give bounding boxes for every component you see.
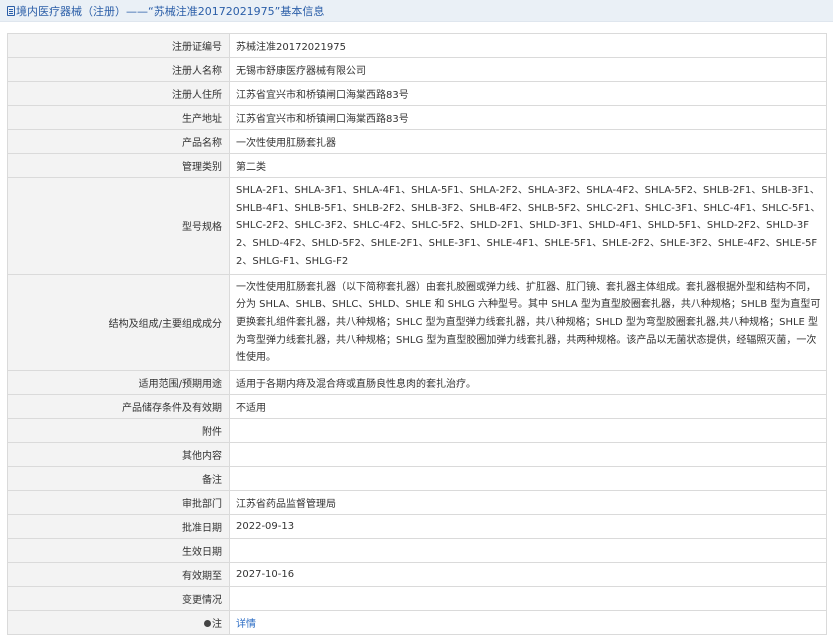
value-other-content — [229, 442, 827, 468]
table-row: 备注 — [7, 466, 827, 492]
value-registrant-name: 无锡市舒康医疗器械有限公司 — [229, 57, 827, 82]
label-approval-date: 批准日期 — [7, 514, 230, 540]
value-storage-validity: 不适用 — [229, 394, 827, 420]
label-registration-number: 注册证编号 — [7, 33, 230, 58]
label-remarks: 备注 — [7, 466, 230, 492]
table-row: 变更情况 — [7, 586, 827, 612]
table-row: 批准日期 2022-09-13 — [7, 514, 827, 540]
value-attachments — [229, 418, 827, 444]
value-remarks — [229, 466, 827, 492]
label-intended-use: 适用范围/预期用途 — [7, 370, 230, 396]
label-product-name: 产品名称 — [7, 129, 230, 154]
value-change-status — [229, 586, 827, 612]
table-row: 附件 — [7, 418, 827, 444]
table-row: 产品名称 一次性使用肛肠套扎器 — [7, 129, 827, 154]
label-storage-validity: 产品储存条件及有效期 — [7, 394, 230, 420]
value-management-category: 第二类 — [229, 153, 827, 178]
table-row: 产品储存条件及有效期 不适用 — [7, 394, 827, 420]
table-row: 管理类别 第二类 — [7, 153, 827, 178]
value-approval-date: 2022-09-13 — [229, 514, 827, 540]
table-row: 型号规格 SHLA-2F1、SHLA-3F1、SHLA-4F1、SHLA-5F1… — [7, 177, 827, 275]
label-effective-date: 生效日期 — [7, 538, 230, 564]
note-label-text: 注 — [212, 619, 222, 631]
page-title: 境内医疗器械（注册）——“苏械注准20172021975”基本信息 — [16, 4, 325, 18]
value-intended-use: 适用于各期内痔及混合痔或直肠良性息肉的套扎治疗。 — [229, 370, 827, 396]
table-row: 其他内容 — [7, 442, 827, 468]
table-row: 结构及组成/主要组成成分 一次性使用肛肠套扎器（以下简称套扎器）由套扎胶圈或弹力… — [7, 273, 827, 372]
value-approval-department: 江苏省药品监督管理局 — [229, 490, 827, 516]
table-row: 注册人住所 江苏省宜兴市和桥镇闸口海棠西路83号 — [7, 81, 827, 106]
label-registrant-address: 注册人住所 — [7, 81, 230, 106]
info-table: 注册证编号 苏械注准20172021975 注册人名称 无锡市舒康医疗器械有限公… — [7, 33, 827, 635]
table-row: 审批部门 江苏省药品监督管理局 — [7, 490, 827, 516]
table-row: 生效日期 — [7, 538, 827, 564]
value-production-address: 江苏省宜兴市和桥镇闸口海棠西路83号 — [229, 105, 827, 130]
label-approval-department: 审批部门 — [7, 490, 230, 516]
table-row: 生产地址 江苏省宜兴市和桥镇闸口海棠西路83号 — [7, 105, 827, 130]
document-icon — [7, 5, 15, 16]
label-change-status: 变更情况 — [7, 586, 230, 612]
table-row: 注册人名称 无锡市舒康医疗器械有限公司 — [7, 57, 827, 82]
label-model-spec: 型号规格 — [7, 177, 230, 275]
label-registrant-name: 注册人名称 — [7, 57, 230, 82]
value-structure-composition: 一次性使用肛肠套扎器（以下简称套扎器）由套扎胶圈或弹力线、扩肛器、肛门镜、套扎器… — [229, 273, 827, 372]
value-registrant-address: 江苏省宜兴市和桥镇闸口海棠西路83号 — [229, 81, 827, 106]
table-row: 注 详情 — [7, 610, 827, 635]
info-icon — [204, 619, 211, 627]
label-production-address: 生产地址 — [7, 105, 230, 130]
label-structure-composition: 结构及组成/主要组成成分 — [7, 273, 230, 372]
label-note: 注 — [7, 610, 230, 635]
value-note: 详情 — [229, 610, 827, 635]
value-product-name: 一次性使用肛肠套扎器 — [229, 129, 827, 154]
label-attachments: 附件 — [7, 418, 230, 444]
value-effective-date — [229, 538, 827, 564]
label-valid-until: 有效期至 — [7, 562, 230, 588]
table-row: 适用范围/预期用途 适用于各期内痔及混合痔或直肠良性息肉的套扎治疗。 — [7, 370, 827, 396]
table-row: 有效期至 2027-10-16 — [7, 562, 827, 588]
label-other-content: 其他内容 — [7, 442, 230, 468]
label-management-category: 管理类别 — [7, 153, 230, 178]
value-registration-number: 苏械注准20172021975 — [229, 33, 827, 58]
details-link[interactable]: 详情 — [236, 619, 256, 630]
value-model-spec: SHLA-2F1、SHLA-3F1、SHLA-4F1、SHLA-5F1、SHLA… — [229, 177, 827, 275]
page-header: 境内医疗器械（注册）——“苏械注准20172021975”基本信息 — [0, 0, 833, 22]
value-valid-until: 2027-10-16 — [229, 562, 827, 588]
table-row: 注册证编号 苏械注准20172021975 — [7, 33, 827, 58]
